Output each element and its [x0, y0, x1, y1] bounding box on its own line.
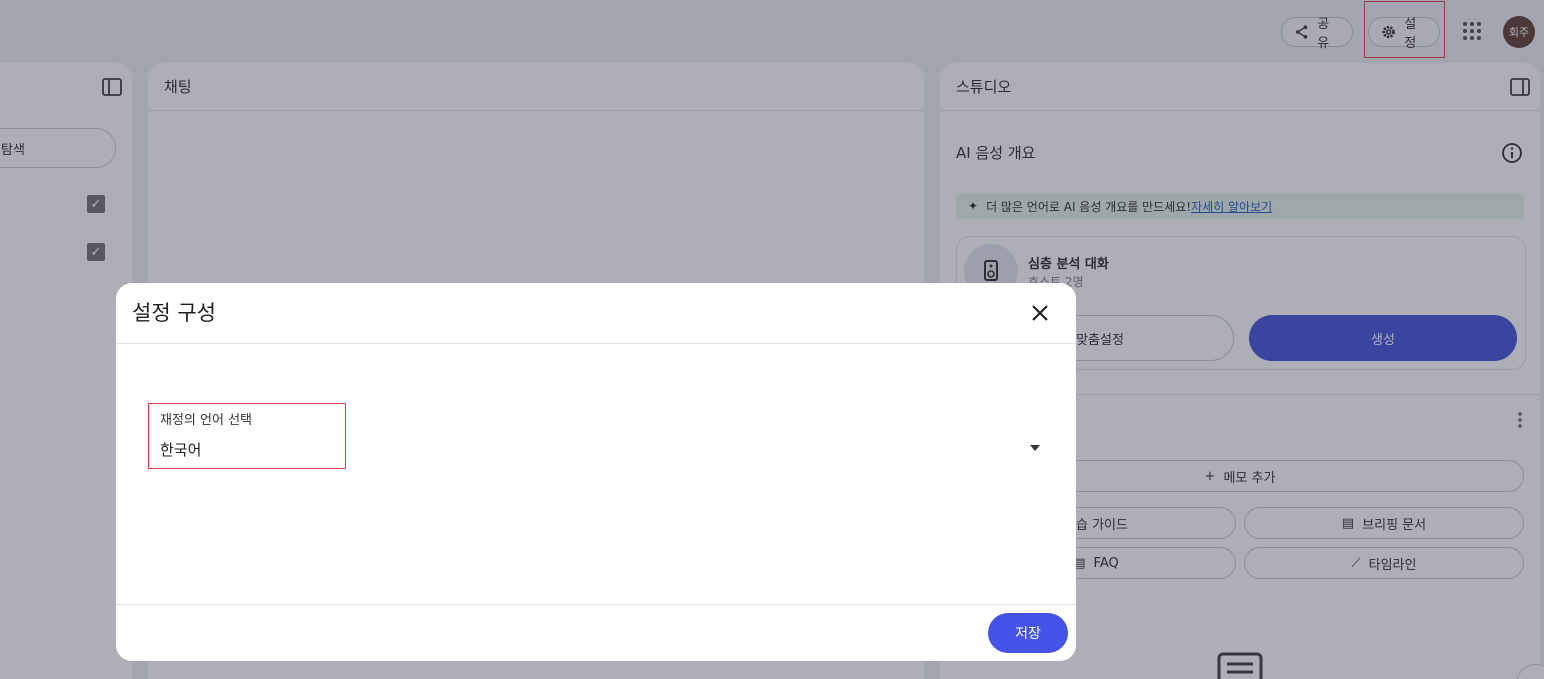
save-button[interactable]: 저장 — [988, 613, 1068, 653]
dialog-footer-divider — [116, 604, 1076, 605]
dialog-title: 설정 구성 — [132, 301, 216, 325]
dropdown-arrow-icon[interactable] — [1028, 444, 1042, 452]
language-highlight-box — [148, 403, 346, 469]
app-root: 공유 설정 회주 탐색 ✓ ✓ 채팅 스튜디오 AI 음성 개요 ✦ 더 많은 … — [0, 0, 1544, 679]
close-icon[interactable] — [1028, 301, 1052, 325]
settings-dialog: 설정 구성 재정의 언어 선택 한국어 저장 — [116, 283, 1076, 661]
dialog-header: 설정 구성 — [116, 283, 1076, 344]
save-label: 저장 — [1015, 626, 1041, 642]
